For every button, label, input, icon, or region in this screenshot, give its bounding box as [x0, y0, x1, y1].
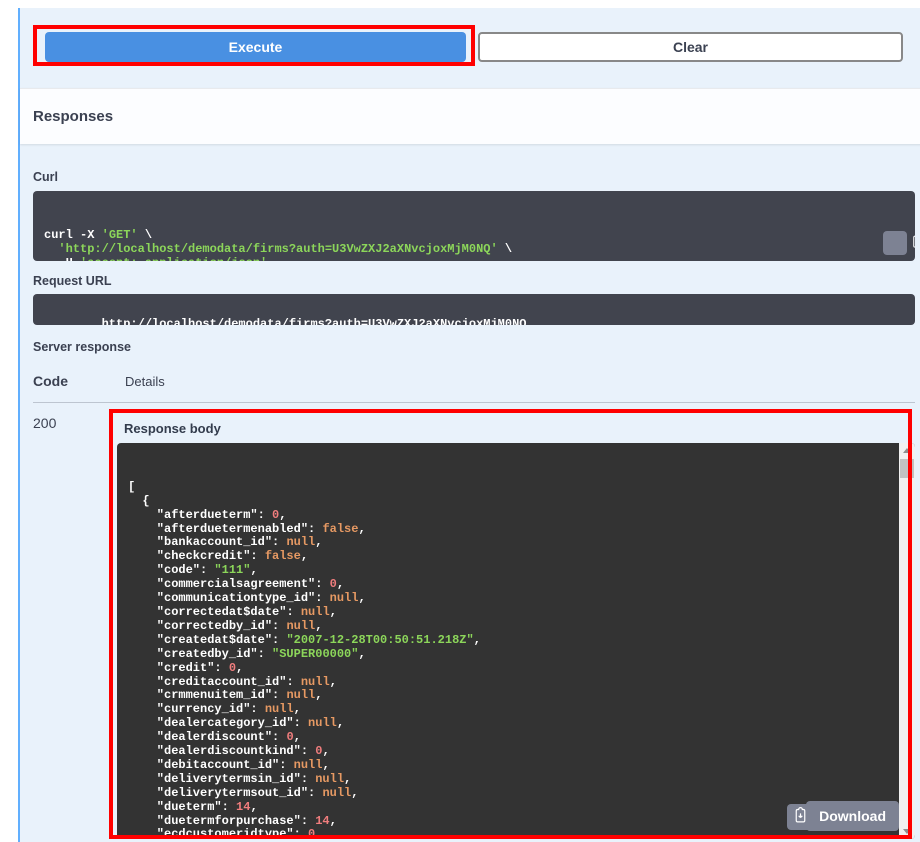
- swagger-page: Execute Clear Responses Curl curl -X 'GE…: [0, 0, 920, 842]
- response-body-code: [ { "afterdueterm": 0, "afterduetermenab…: [117, 443, 915, 839]
- response-body-label: Response body: [124, 421, 221, 436]
- server-response-label: Server response: [33, 340, 131, 354]
- scrollbar-up-arrow-icon[interactable]: [899, 443, 915, 458]
- opblock-get-open: Execute Clear Responses Curl curl -X 'GE…: [18, 8, 920, 842]
- execute-button[interactable]: Execute: [45, 32, 466, 62]
- request-url-value: http://localhost/demodata/firms?auth=U3V…: [101, 317, 527, 325]
- request-url-label: Request URL: [33, 274, 112, 288]
- response-row-200: 200 Response body [ { "afterdueterm": 0,…: [33, 403, 915, 839]
- curl-code: curl -X 'GET' \ 'http://localhost/demoda…: [44, 228, 513, 261]
- execute-row: Execute Clear: [20, 8, 920, 88]
- responses-title: Responses: [33, 108, 114, 125]
- scrollbar-thumb[interactable]: [900, 459, 914, 478]
- response-table-header: Code Details: [33, 373, 915, 389]
- responses-header: Responses: [20, 88, 920, 144]
- code-column-header: Code: [33, 373, 68, 389]
- request-url-block: http://localhost/demodata/firms?auth=U3V…: [33, 294, 915, 325]
- status-code: 200: [33, 415, 57, 431]
- copy-to-clipboard-icon: [865, 219, 915, 261]
- curl-copy-button[interactable]: [883, 231, 915, 255]
- responses-content: Curl curl -X 'GET' \ 'http://localhost/d…: [20, 144, 920, 839]
- details-column-header: Details: [125, 374, 165, 389]
- download-button[interactable]: Download: [806, 801, 899, 831]
- response-json: [ { "afterdueterm": 0, "afterduetermenab…: [128, 479, 481, 839]
- response-body-section: [ { "afterdueterm": 0, "afterduetermenab…: [117, 443, 915, 839]
- curl-command-block: curl -X 'GET' \ 'http://localhost/demoda…: [33, 191, 915, 261]
- curl-label: Curl: [33, 170, 58, 184]
- response-details-column: Response body [ { "afterdueterm": 0, "af…: [117, 415, 915, 839]
- clear-button[interactable]: Clear: [478, 32, 903, 62]
- scrollbar-down-arrow-icon[interactable]: [899, 824, 915, 839]
- response-scrollbar[interactable]: [899, 443, 915, 839]
